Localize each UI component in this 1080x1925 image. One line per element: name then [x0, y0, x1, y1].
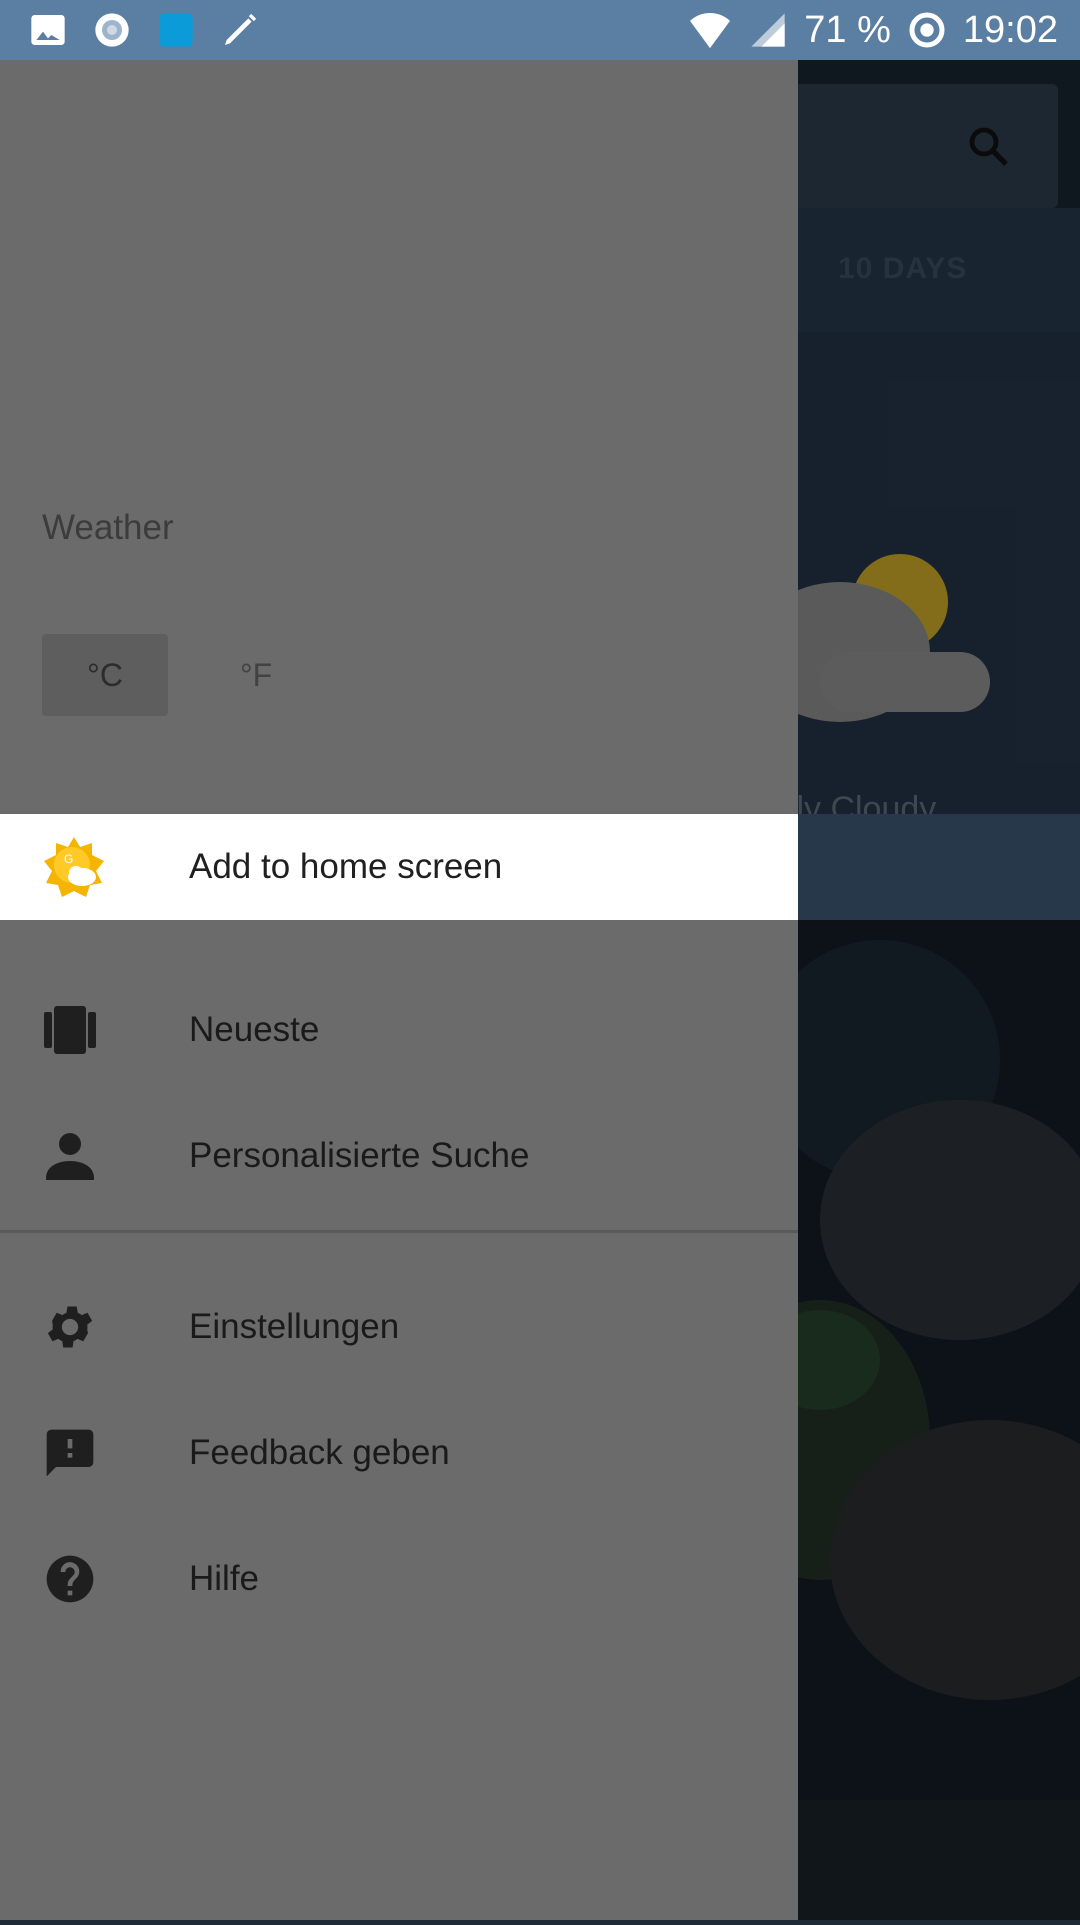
menu-label-feedback-geben: Feedback geben [189, 1433, 450, 1472]
help-icon [46, 1555, 94, 1603]
menu-item-personalisierte-suche[interactable]: Personalisierte Suche [0, 1101, 798, 1211]
menu-item-einstellungen[interactable]: Einstellungen [0, 1272, 798, 1382]
image-icon [31, 15, 65, 45]
fahrenheit-toggle[interactable]: °F [196, 634, 316, 716]
fahrenheit-label: °F [239, 656, 273, 693]
pen-icon [225, 13, 257, 45]
cell-signal-icon [751, 13, 785, 47]
celsius-label: °C [87, 656, 123, 693]
menu-item-hilfe[interactable]: Hilfe [0, 1524, 798, 1634]
battery-percent: 71 % [804, 8, 891, 51]
menu-divider [0, 1230, 798, 1233]
person-icon [46, 1133, 94, 1180]
record-icon [95, 13, 129, 47]
weather-app-icon: G [44, 837, 104, 897]
app-square-icon [159, 13, 193, 47]
celsius-toggle[interactable]: °C [42, 634, 168, 716]
add-to-home-screen-item[interactable]: G Add to home screen [0, 814, 798, 920]
navigation-drawer: Weather °C °F G Add to home screen Neues… [0, 60, 798, 1920]
svg-text:G: G [64, 852, 73, 866]
add-to-home-label: Add to home screen [189, 847, 503, 886]
clock: 19:02 [962, 8, 1058, 51]
menu-label-neueste: Neueste [189, 1010, 320, 1049]
menu-label-personalisierte-suche: Personalisierte Suche [189, 1136, 530, 1175]
gear-icon [47, 1306, 93, 1348]
drawer-title: Weather [42, 508, 174, 547]
menu-label-hilfe: Hilfe [189, 1559, 260, 1598]
feedback-icon [46, 1429, 94, 1477]
menu-item-feedback-geben[interactable]: Feedback geben [0, 1398, 798, 1508]
wifi-icon [690, 12, 731, 49]
status-bar: 71 % 19:02 [0, 0, 1080, 60]
cards-icon [44, 1006, 96, 1054]
menu-item-neueste[interactable]: Neueste [0, 975, 798, 1085]
menu-label-einstellungen: Einstellungen [189, 1307, 400, 1346]
battery-ring-icon [909, 12, 945, 48]
